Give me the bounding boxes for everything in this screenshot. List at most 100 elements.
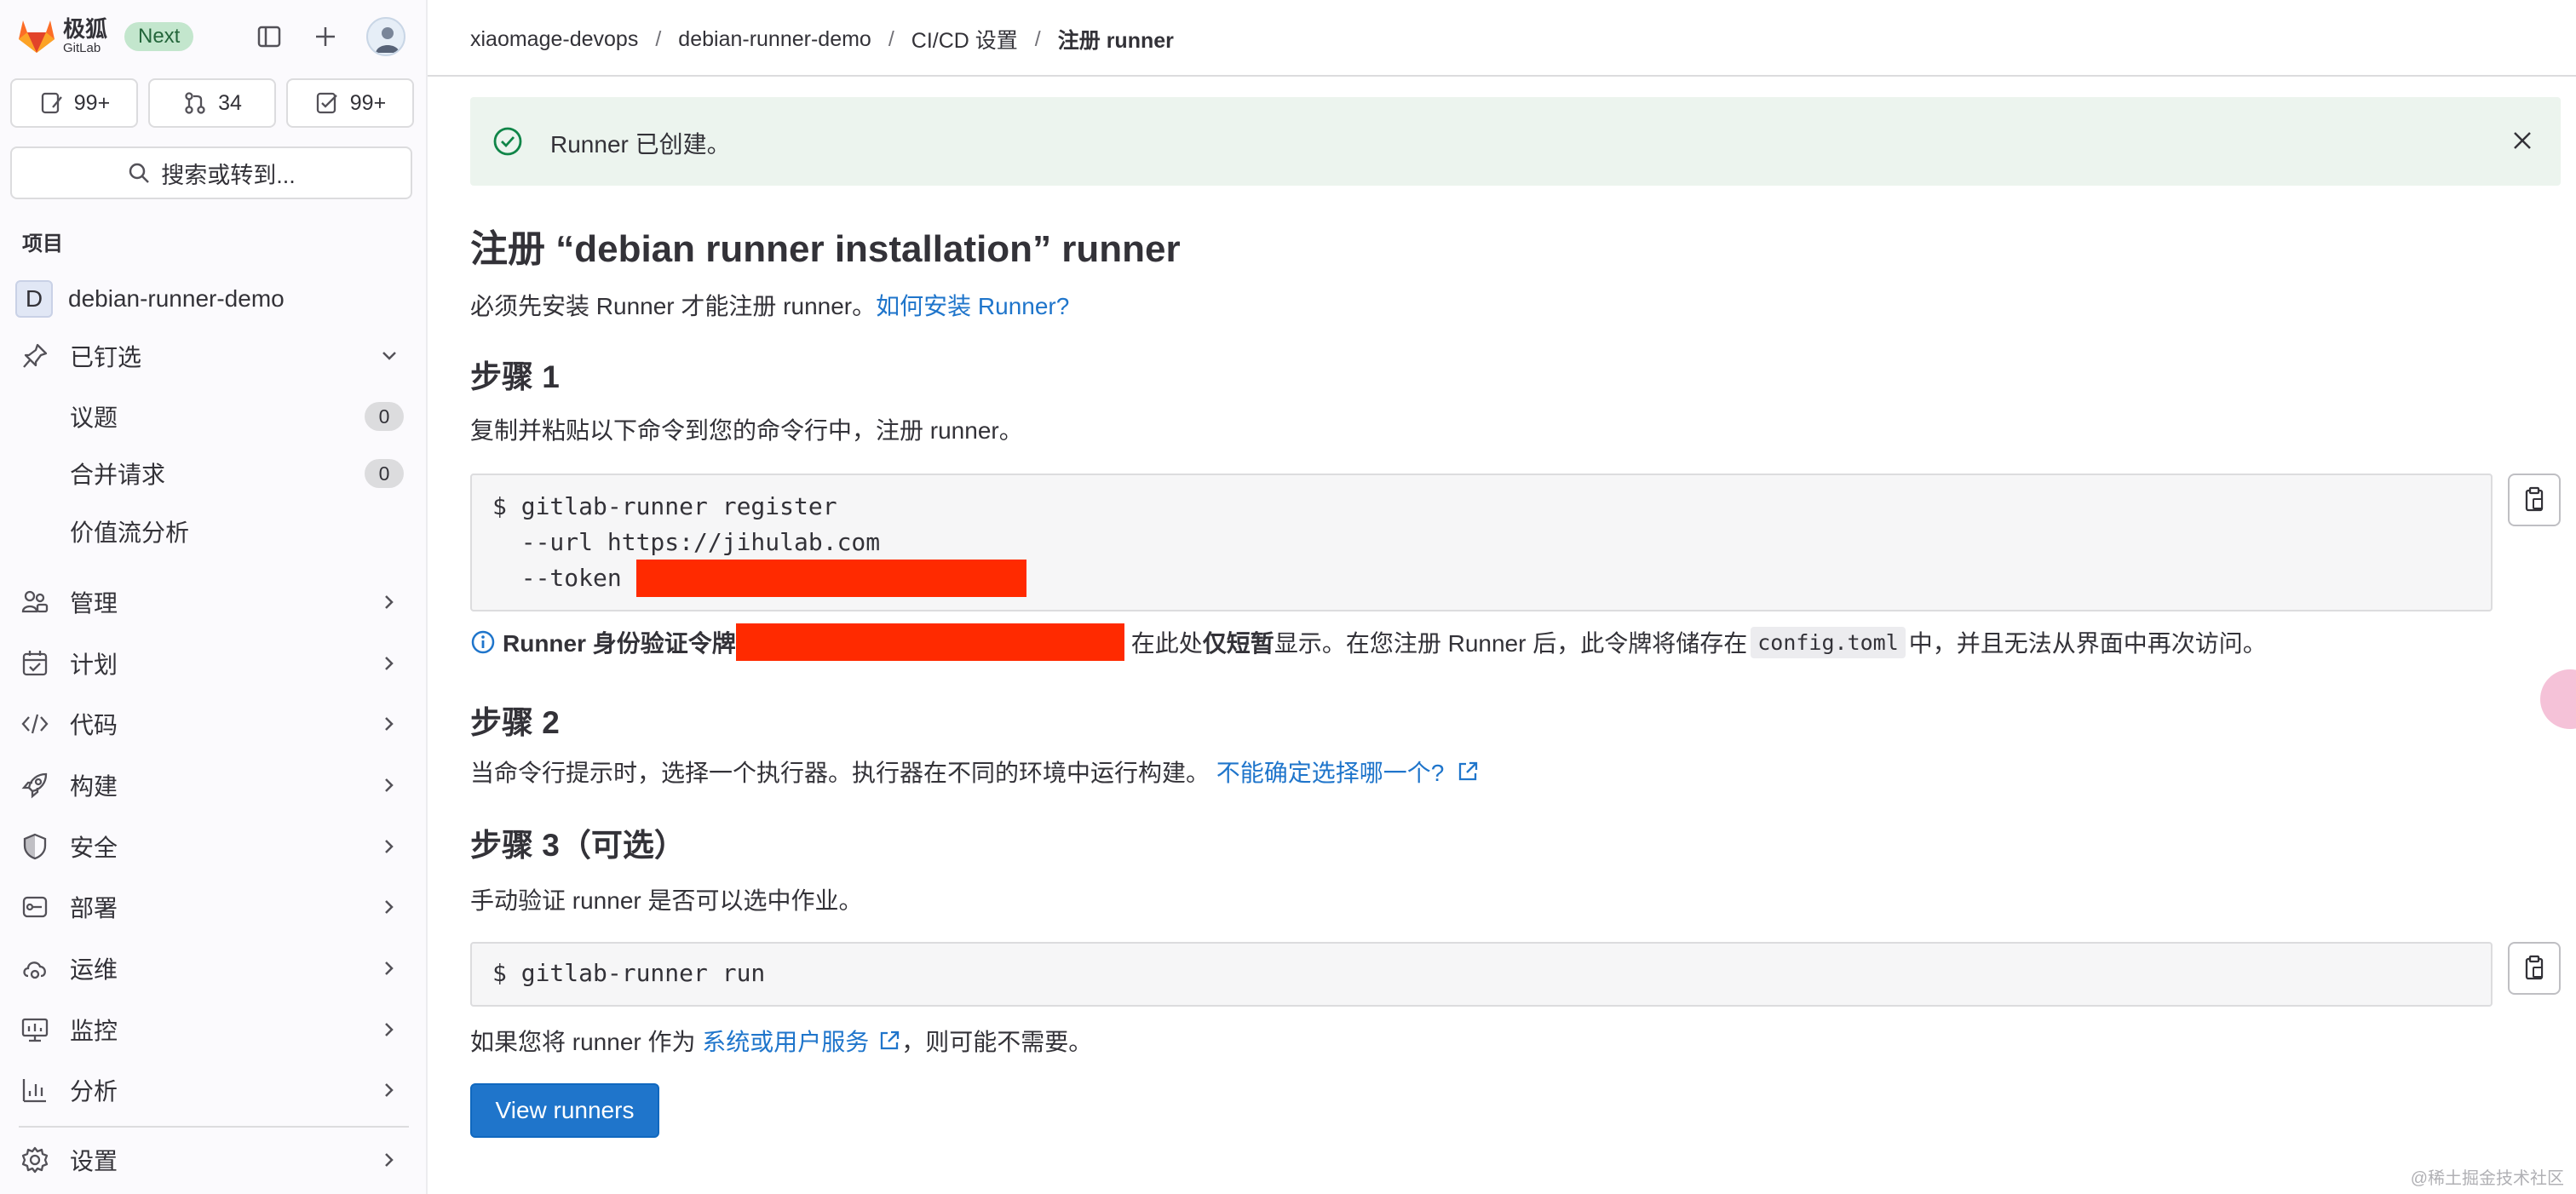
monitor-icon xyxy=(20,1015,49,1044)
todos-count: 99+ xyxy=(349,90,387,115)
sidebar-item-settings[interactable]: 设置 xyxy=(0,1134,426,1185)
gear-icon xyxy=(20,1145,49,1174)
sidebar-item-label: 合并请求 xyxy=(70,462,166,488)
sidebar-item-label: 已钉选 xyxy=(70,344,142,370)
logo-text-cn: 极狐 xyxy=(63,15,108,42)
service-note-text: ，则可能不需要。 xyxy=(901,1029,1093,1055)
service-note: 如果您将 runner 作为 系统或用户服务 ，则可能不需要。 xyxy=(470,1024,1092,1058)
merge-request-icon xyxy=(182,90,208,116)
copy-register-command-button[interactable] xyxy=(2508,474,2561,526)
sidebar-pinned-value-stream[interactable]: 价值流分析 xyxy=(0,508,426,555)
gitlab-logo[interactable]: 极狐 GitLab xyxy=(17,17,107,55)
chevron-right-icon xyxy=(378,652,400,674)
close-icon[interactable] xyxy=(2508,126,2537,155)
view-runners-button[interactable]: View runners xyxy=(470,1083,659,1138)
sidebar-item-pinned[interactable]: 已钉选 xyxy=(0,330,426,382)
sidebar-item-label: 部署 xyxy=(70,895,118,921)
search-button[interactable]: 搜索或转到... xyxy=(10,146,412,199)
redacted-token xyxy=(735,623,1124,661)
breadcrumb-current[interactable]: 注册 runner xyxy=(1058,24,1174,55)
sidebar-item-plan[interactable]: 计划 xyxy=(0,638,426,689)
logo-text: 极狐 GitLab xyxy=(63,18,107,55)
todos-counter-button[interactable]: 99+ xyxy=(286,78,414,128)
merge-requests-count: 34 xyxy=(218,90,242,115)
chevron-down-icon xyxy=(378,345,400,367)
rocket-icon xyxy=(20,771,49,800)
watermark: @稀土掘金技术社区 xyxy=(2410,1169,2564,1188)
search-button-label: 搜索或转到... xyxy=(161,162,296,188)
sidebar-item-label: 计划 xyxy=(70,652,118,678)
step1-description: 复制并粘贴以下命令到您的命令行中，注册 runner。 xyxy=(470,417,1023,444)
breadcrumb: xiaomage-devops / debian-runner-demo / C… xyxy=(470,24,1174,55)
sidebar-project-link[interactable]: D debian-runner-demo xyxy=(15,279,285,319)
token-label: Runner 身份验证令牌 xyxy=(503,630,736,657)
next-badge[interactable]: Next xyxy=(124,22,194,51)
sidebar-item-monitor[interactable]: 监控 xyxy=(0,1004,426,1055)
chart-icon xyxy=(20,1076,49,1105)
issues-count-badge: 0 xyxy=(365,402,404,431)
system-service-link[interactable]: 系统或用户服务 xyxy=(702,1024,869,1058)
step2-title: 步骤 2 xyxy=(470,705,560,740)
install-runner-link[interactable]: 如何安装 Runner? xyxy=(876,293,1069,319)
sidebar-item-label: 议题 xyxy=(70,405,118,431)
sidebar-divider xyxy=(19,1126,409,1128)
merge-requests-counter-button[interactable]: 34 xyxy=(148,78,276,128)
executor-help-link[interactable]: 不能确定选择哪一个? xyxy=(1216,755,1445,789)
project-name: debian-runner-demo xyxy=(68,285,285,312)
tanuki-logo-icon xyxy=(17,17,56,55)
sidebar-pinned-issues[interactable]: 议题 0 xyxy=(0,393,426,440)
register-command-box[interactable]: $ gitlab-runner register --url https://j… xyxy=(470,474,2493,611)
external-link-icon xyxy=(877,1029,901,1053)
sidebar-item-label: 分析 xyxy=(70,1078,118,1105)
chevron-right-icon xyxy=(378,957,400,979)
issues-count: 99+ xyxy=(73,90,111,115)
plus-icon[interactable] xyxy=(310,21,341,52)
breadcrumb-group[interactable]: xiaomage-devops xyxy=(470,27,638,52)
sidebar-pinned-merge-requests[interactable]: 合并请求 0 xyxy=(0,450,426,497)
sidebar-item-label: 价值流分析 xyxy=(70,520,190,546)
sidebar-item-code[interactable]: 代码 xyxy=(0,698,426,749)
sidebar-item-build[interactable]: 构建 xyxy=(0,760,426,811)
check-circle-icon xyxy=(492,126,523,157)
token-info-emphasis: 仅短暂 xyxy=(1202,630,1274,657)
chevron-right-icon xyxy=(378,835,400,858)
sidebar-item-manage[interactable]: 管理 xyxy=(0,577,426,628)
calendar-icon xyxy=(20,649,49,678)
breadcrumb-cicd-settings[interactable]: CI/CD 设置 xyxy=(911,24,1018,55)
toggle-sidebar-icon[interactable] xyxy=(254,21,285,52)
code-icon xyxy=(20,709,49,738)
sidebar-item-analyze[interactable]: 分析 xyxy=(0,1065,426,1116)
cloud-gear-icon xyxy=(20,954,49,983)
code-line-token: --token xyxy=(492,560,2470,597)
chevron-right-icon xyxy=(378,774,400,796)
copy-icon xyxy=(2521,486,2548,514)
sidebar-top-actions xyxy=(254,17,405,56)
sidebar-item-label: 构建 xyxy=(70,773,118,800)
info-icon xyxy=(470,629,496,655)
page-title: 注册 “debian runner installation” runner xyxy=(470,228,1181,270)
step2-description: 当命令行提示时，选择一个执行器。执行器在不同的环境中运行构建。 不能确定选择哪一… xyxy=(470,755,1480,789)
sidebar-item-operate[interactable]: 运维 xyxy=(0,943,426,994)
token-info-text: 中，并且无法从界面中再次访问。 xyxy=(1908,630,2267,657)
code-line: --url https://jihulab.com xyxy=(492,528,881,556)
breadcrumb-separator: / xyxy=(655,26,662,51)
counter-buttons: 99+ 34 99+ xyxy=(10,78,414,128)
merge-requests-count-badge: 0 xyxy=(365,459,404,488)
user-avatar[interactable] xyxy=(366,17,405,56)
sidebar-item-label: 监控 xyxy=(70,1018,118,1044)
sidebar-item-label: 安全 xyxy=(70,835,118,861)
floating-helper-button[interactable] xyxy=(2540,669,2576,729)
sidebar-item-security[interactable]: 安全 xyxy=(0,821,426,872)
chevron-right-icon xyxy=(378,591,400,613)
run-command-box[interactable]: $ gitlab-runner run xyxy=(470,942,2493,1007)
step3-description: 手动验证 runner 是否可以选中作业。 xyxy=(470,887,863,914)
copy-run-command-button[interactable] xyxy=(2508,942,2561,995)
pin-icon xyxy=(20,342,49,370)
redacted-token xyxy=(635,560,1026,597)
service-note-text: 如果您将 runner 作为 xyxy=(470,1029,696,1055)
issues-counter-button[interactable]: 99+ xyxy=(10,78,138,128)
sidebar-item-deploy[interactable]: 部署 xyxy=(0,881,426,933)
sidebar-item-label: 设置 xyxy=(70,1148,118,1174)
breadcrumb-project[interactable]: debian-runner-demo xyxy=(678,27,871,52)
token-info-text: 显示。在您注册 Runner 后，此令牌将储存在 xyxy=(1274,630,1748,657)
